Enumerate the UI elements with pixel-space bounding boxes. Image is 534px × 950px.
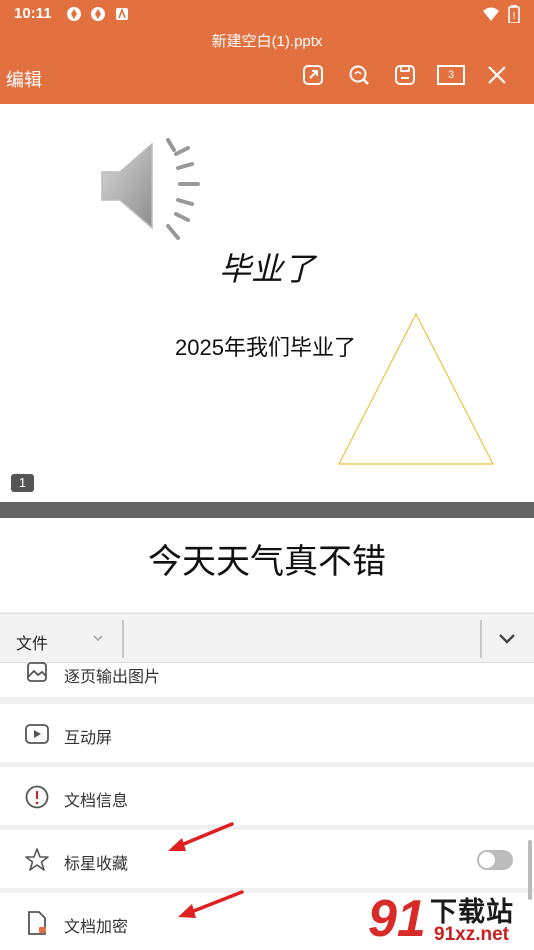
a-notification-icon <box>116 7 128 20</box>
menu-item-export-images[interactable]: 逐页输出图片 <box>0 662 534 697</box>
page-count: 3 <box>437 65 465 85</box>
toggle-knob <box>479 852 495 868</box>
wifi-icon <box>483 7 499 21</box>
audio-speaker-icon[interactable] <box>94 134 214 244</box>
image-export-icon <box>27 662 47 682</box>
page-switch-button[interactable]: 3 <box>428 60 474 90</box>
system-icons: ! <box>482 5 520 23</box>
edit-button[interactable]: 编辑 <box>6 66 42 92</box>
search-icon <box>349 65 369 85</box>
menu-item-label: 文档信息 <box>64 793 129 810</box>
lock-document-icon <box>28 911 46 935</box>
menu-item-label: 标星收藏 <box>64 856 129 873</box>
battery-icon: ! <box>508 5 520 23</box>
share-button[interactable] <box>290 60 336 90</box>
divider <box>480 620 482 658</box>
notification-icons <box>66 6 130 22</box>
menu-item-interactive-screen[interactable]: 互动屏 <box>0 704 534 762</box>
save-button[interactable] <box>382 60 428 90</box>
menu-item-label: 逐页输出图片 <box>64 669 161 686</box>
share-icon <box>303 65 323 85</box>
menu-item-star-favorite[interactable]: 标星收藏 <box>0 830 534 888</box>
file-tab[interactable]: 文件 <box>16 630 48 654</box>
slide-title: 毕业了 <box>218 251 315 287</box>
annotation-arrow <box>168 822 234 851</box>
status-bar: 10:11 ! <box>0 0 534 28</box>
star-icon <box>25 848 49 871</box>
close-button[interactable] <box>474 60 520 90</box>
info-icon <box>25 785 49 809</box>
site-watermark-logo: 91 下载站 91xz.net <box>368 888 534 950</box>
watermark-number: 91 <box>368 890 426 948</box>
top-header: 10:11 ! 新建空白(1).pptx 编辑 3 <box>0 0 534 104</box>
screen-cast-icon <box>25 724 49 744</box>
slide-1[interactable]: 毕业了 2025年我们毕业了 1 <box>0 104 534 502</box>
collapse-chevron-icon[interactable] <box>498 631 516 645</box>
menu-item-document-info[interactable]: 文档信息 <box>0 767 534 825</box>
slide-2[interactable]: 今天天气真不错 <box>0 518 534 612</box>
search-button[interactable] <box>336 60 382 90</box>
slide-separator <box>0 502 534 518</box>
bottom-toolbar: 文件 <box>0 613 534 663</box>
svg-text:!: ! <box>512 11 516 22</box>
menu-item-label: 文档加密 <box>64 919 129 936</box>
app-notification-icon <box>91 7 105 21</box>
watermark-domain: 91xz.net <box>434 924 509 945</box>
favorite-toggle[interactable] <box>477 850 513 870</box>
triangle-shape[interactable] <box>336 310 496 470</box>
save-icon <box>395 65 415 85</box>
document-title: 新建空白(1).pptx <box>211 33 323 50</box>
header-tools: 3 <box>290 60 520 90</box>
status-time: 10:11 <box>14 5 52 22</box>
menu-item-label: 互动屏 <box>64 730 113 747</box>
divider <box>122 620 124 658</box>
slide-text: 今天天气真不错 <box>148 543 386 581</box>
annotation-arrow <box>178 890 244 918</box>
close-icon <box>488 66 506 84</box>
app-notification-icon <box>67 7 81 21</box>
chevron-down-icon[interactable] <box>92 632 104 644</box>
slide-number-badge: 1 <box>11 474 34 492</box>
